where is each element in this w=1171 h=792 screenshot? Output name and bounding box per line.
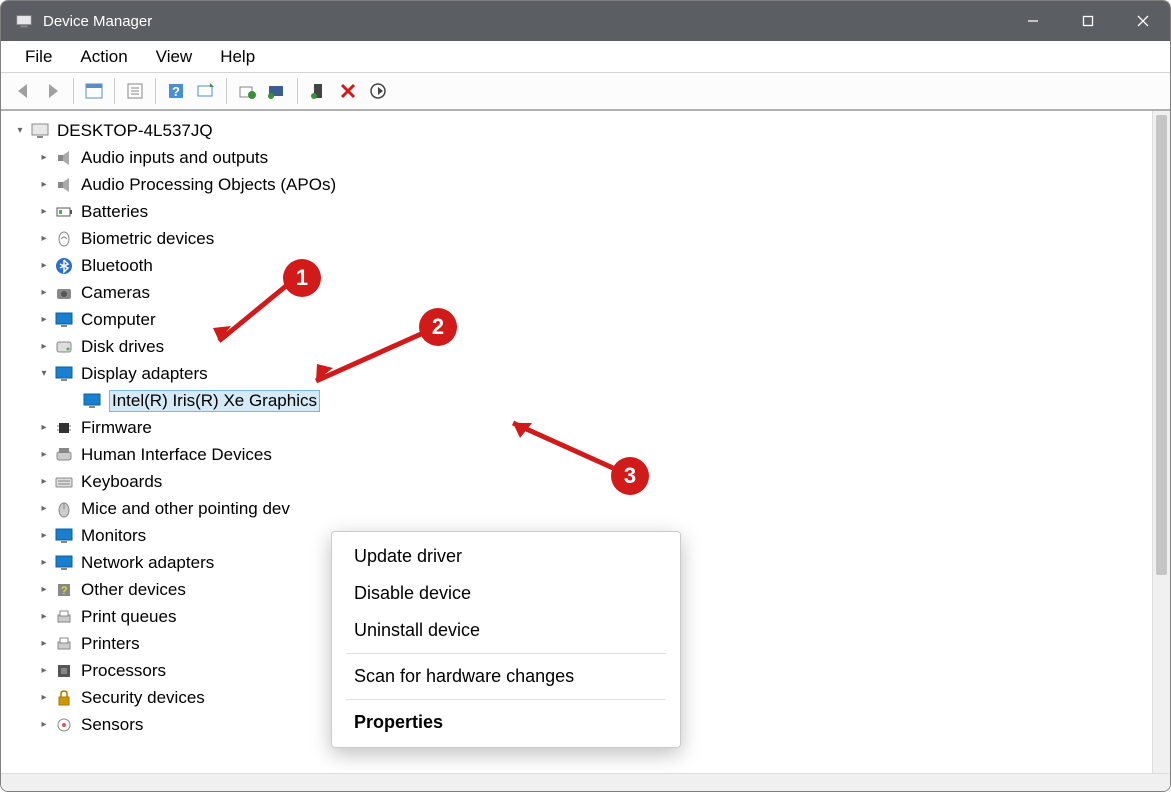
chevron-right-icon[interactable]: ▸ — [35, 287, 53, 298]
chevron-right-icon[interactable]: ▸ — [35, 638, 53, 649]
ctx-scan-hardware[interactable]: Scan for hardware changes — [332, 658, 680, 695]
disable-button[interactable] — [334, 77, 362, 105]
tree-node-bluetooth[interactable]: ▸Bluetooth — [11, 252, 1152, 279]
horizontal-scrollbar[interactable] — [1, 773, 1170, 791]
tree-node-computer[interactable]: ▸Computer — [11, 306, 1152, 333]
tree-root[interactable]: ▾ DESKTOP-4L537JQ — [11, 117, 1152, 144]
forward-button[interactable] — [39, 77, 67, 105]
maximize-button[interactable] — [1060, 1, 1115, 41]
chevron-right-icon[interactable]: ▸ — [35, 665, 53, 676]
menu-file[interactable]: File — [11, 43, 66, 71]
tree-node-audio-inputs-and-outputs[interactable]: ▸Audio inputs and outputs — [11, 144, 1152, 171]
ctx-uninstall-device[interactable]: Uninstall device — [332, 612, 680, 649]
chip-icon — [53, 417, 75, 439]
keyboard-icon — [53, 471, 75, 493]
app-icon — [15, 12, 33, 30]
annotation-arrow-3 — [498, 413, 618, 483]
chevron-right-icon[interactable]: ▸ — [35, 233, 53, 244]
printer-icon — [53, 633, 75, 655]
scan-button[interactable] — [192, 77, 220, 105]
chevron-right-icon[interactable]: ▸ — [35, 206, 53, 217]
chevron-right-icon[interactable]: ▸ — [35, 530, 53, 541]
chevron-right-icon[interactable]: ▸ — [35, 557, 53, 568]
annotation-badge-2: 2 — [419, 308, 457, 346]
window-title: Device Manager — [43, 13, 152, 30]
menu-view[interactable]: View — [142, 43, 207, 71]
other-icon: ? — [53, 579, 75, 601]
chevron-right-icon[interactable]: ▸ — [35, 449, 53, 460]
monitor-icon — [53, 309, 75, 331]
monitor-icon — [53, 552, 75, 574]
menu-help[interactable]: Help — [206, 43, 269, 71]
ctx-disable-device[interactable]: Disable device — [332, 575, 680, 612]
svg-text:?: ? — [61, 585, 67, 597]
disk-icon — [53, 336, 75, 358]
refresh-button[interactable] — [364, 77, 392, 105]
back-button[interactable] — [9, 77, 37, 105]
lock-icon — [53, 687, 75, 709]
close-button[interactable] — [1115, 1, 1170, 41]
battery-icon — [53, 201, 75, 223]
chevron-right-icon[interactable]: ▸ — [35, 152, 53, 163]
minimize-button[interactable] — [1005, 1, 1060, 41]
content-area: ▾ DESKTOP-4L537JQ ▸Audio inputs and outp… — [1, 111, 1170, 773]
finger-icon — [53, 228, 75, 250]
help-button[interactable]: ? — [162, 77, 190, 105]
chevron-right-icon[interactable]: ▸ — [35, 341, 53, 352]
ctx-update-driver[interactable]: Update driver — [332, 538, 680, 575]
hid-icon — [53, 444, 75, 466]
camera-icon — [53, 282, 75, 304]
tree-child-intel-r-iris-r-xe-graphics[interactable]: Intel(R) Iris(R) Xe Graphics — [11, 387, 1152, 414]
annotation-badge-3: 3 — [611, 457, 649, 495]
enable-button[interactable] — [304, 77, 332, 105]
chevron-right-icon[interactable]: ▸ — [35, 692, 53, 703]
monitor-icon — [81, 390, 103, 412]
monitor-icon — [53, 525, 75, 547]
tree-node-disk-drives[interactable]: ▸Disk drives — [11, 333, 1152, 360]
chevron-right-icon[interactable]: ▸ — [35, 314, 53, 325]
menu-bar: File Action View Help — [1, 41, 1170, 73]
chevron-right-icon[interactable]: ▸ — [35, 719, 53, 730]
chevron-down-icon[interactable]: ▾ — [11, 125, 29, 136]
cpu-icon — [53, 660, 75, 682]
vertical-scrollbar[interactable] — [1152, 111, 1170, 773]
tree-node-biometric-devices[interactable]: ▸Biometric devices — [11, 225, 1152, 252]
show-console-button[interactable] — [80, 77, 108, 105]
annotation-arrow-2 — [301, 326, 431, 396]
ctx-properties[interactable]: Properties — [332, 704, 680, 741]
svg-text:?: ? — [172, 84, 180, 99]
chevron-right-icon[interactable]: ▸ — [35, 179, 53, 190]
chevron-right-icon[interactable]: ▸ — [35, 476, 53, 487]
uninstall-button[interactable] — [263, 77, 291, 105]
scrollbar-thumb[interactable] — [1156, 115, 1167, 575]
annotation-badge-1: 1 — [283, 259, 321, 297]
tree-node-audio-processing-objects-apos-[interactable]: ▸Audio Processing Objects (APOs) — [11, 171, 1152, 198]
context-menu: Update driver Disable device Uninstall d… — [331, 531, 681, 748]
speaker-icon — [53, 174, 75, 196]
device-manager-window: Device Manager File Action View Help ? — [0, 0, 1171, 792]
monitor-icon — [53, 363, 75, 385]
computer-icon — [29, 120, 51, 142]
menu-action[interactable]: Action — [66, 43, 141, 71]
properties-button[interactable] — [121, 77, 149, 105]
tree-node-display-adapters[interactable]: ▾Display adapters — [11, 360, 1152, 387]
speaker-icon — [53, 147, 75, 169]
sensor-icon — [53, 714, 75, 736]
tree-node-batteries[interactable]: ▸Batteries — [11, 198, 1152, 225]
titlebar: Device Manager — [1, 1, 1170, 41]
update-driver-button[interactable] — [233, 77, 261, 105]
tree-node-mice-and-other-pointing-dev[interactable]: ▸Mice and other pointing dev — [11, 495, 1152, 522]
chevron-down-icon[interactable]: ▾ — [35, 368, 53, 379]
bluetooth-icon — [53, 255, 75, 277]
chevron-right-icon[interactable]: ▸ — [35, 422, 53, 433]
chevron-right-icon[interactable]: ▸ — [35, 260, 53, 271]
toolbar: ? — [1, 73, 1170, 111]
chevron-right-icon[interactable]: ▸ — [35, 584, 53, 595]
chevron-right-icon[interactable]: ▸ — [35, 611, 53, 622]
tree-node-cameras[interactable]: ▸Cameras — [11, 279, 1152, 306]
mouse-icon — [53, 498, 75, 520]
chevron-right-icon[interactable]: ▸ — [35, 503, 53, 514]
printer-icon — [53, 606, 75, 628]
